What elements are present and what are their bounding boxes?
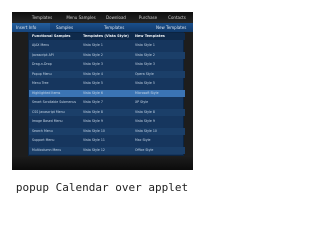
dropdown-item[interactable]: Vista Style 1 (135, 42, 183, 49)
caption-link[interactable]: popup Calendar over applet (0, 181, 204, 194)
dropdown-item[interactable]: Vista Style 10 (135, 128, 183, 135)
dropdown-item[interactable]: CSS Javascript Menu (32, 109, 80, 116)
menu-preview-image: Templates Menu Samples Download Purchase… (12, 12, 193, 170)
dropdown-item[interactable]: Vista Style 3 (135, 61, 183, 68)
dropdown-row[interactable]: Drag-n-Drop Vista Style 3 Vista Style 3 (29, 61, 185, 68)
dropdown-item[interactable]: Microsoft Style (135, 90, 183, 97)
dropdown-item[interactable]: Vista Style 11 (83, 137, 133, 144)
dropdown-item[interactable]: Vista Style 5 (83, 80, 133, 87)
dropdown-item[interactable]: XP Style (135, 99, 183, 106)
column-header-new-templates: New Templates (135, 34, 165, 38)
dropdown-item[interactable]: Popup Menu (32, 71, 80, 78)
dropdown-item[interactable]: Menu Tree (32, 80, 80, 87)
dropdown-item[interactable]: Vista Style 2 (83, 52, 133, 59)
dropdown-item[interactable]: Vista Style 6 (83, 90, 133, 97)
dropdown-item[interactable]: Vista Style 9 (83, 118, 133, 125)
dropdown-row[interactable]: CSS Javascript Menu Vista Style 8 Vista St… (29, 108, 185, 116)
dropdown-row[interactable]: Support Menu Vista Style 11 Mac Style (29, 137, 185, 144)
dropdown-item[interactable]: Javascript API (32, 52, 80, 59)
dropdown-item[interactable]: Support Menu (32, 137, 80, 144)
dropdown-row[interactable]: AJAX Menu Vista Style 1 Vista Style 1 (29, 42, 185, 49)
dropdown-item[interactable]: Vista Style 5 (135, 80, 183, 87)
dropdown-item[interactable]: Highlighted Items (32, 90, 80, 97)
dropdown-item[interactable]: Multicolumn Menu (32, 147, 80, 154)
bottom-bar (12, 157, 193, 170)
dropdown-row[interactable]: Highlighted Items Vista Style 6 Microsoft … (29, 89, 185, 97)
tab-insert-info[interactable]: Insert Info (12, 23, 50, 32)
nav-item-menu-samples[interactable]: Menu Samples (64, 12, 98, 23)
dropdown-item[interactable]: Vista Style 4 (83, 71, 133, 78)
nav-item-contacts[interactable]: Contacts (164, 12, 190, 23)
dropdown-header: Functional Samples Templates (Vista Styl… (29, 33, 185, 40)
dropdown-row[interactable]: Smart Scrollable Submenus Vista Style 7 XP… (29, 99, 185, 106)
tab-samples[interactable]: Samples (52, 23, 100, 32)
nav-item-download[interactable]: Download (102, 12, 130, 23)
dropdown-item[interactable]: Opera Style (135, 71, 183, 78)
dropdown-item[interactable]: Vista Style 8 (83, 109, 133, 116)
column-header-functional: Functional Samples (32, 34, 71, 38)
nav-item-templates[interactable]: Templates (26, 12, 58, 23)
dropdown-item[interactable]: AJAX Menu (32, 42, 80, 49)
dropdown-row[interactable]: Javascript API Vista Style 2 Vista Style 2 (29, 51, 185, 59)
tab-new-templates[interactable]: New Templates (152, 23, 193, 32)
tab-templates[interactable]: Templates (100, 23, 152, 32)
dropdown-item[interactable]: Image Based Menu (32, 118, 80, 125)
dropdown-item[interactable]: Vista Style 10 (83, 128, 133, 135)
dropdown-row[interactable]: Menu Tree Vista Style 5 Vista Style 5 (29, 80, 185, 87)
dropdown-item[interactable]: Vista Style 9 (135, 118, 183, 125)
top-nav-bar: Templates Menu Samples Download Purchase… (12, 12, 193, 23)
dropdown-row[interactable]: Image Based Menu Vista Style 9 Vista Style… (29, 118, 185, 125)
dropdown-row[interactable]: Popup Menu Vista Style 4 Opera Style (29, 70, 185, 78)
dropdown-item[interactable]: Vista Style 3 (83, 61, 133, 68)
dropdown-item[interactable]: Office Style (135, 147, 183, 154)
dropdown-row[interactable]: Multicolumn Menu Vista Style 12 Office Sty… (29, 146, 185, 154)
dropdown-menu: Functional Samples Templates (Vista Styl… (28, 32, 185, 156)
dropdown-item[interactable]: Vista Style 2 (135, 52, 183, 59)
dropdown-item[interactable]: Smart Scrollable Submenus (32, 99, 80, 106)
nav-item-purchase[interactable]: Purchase (134, 12, 162, 23)
dropdown-item[interactable]: Vista Style 7 (83, 99, 133, 106)
dropdown-item[interactable]: Vista Style 8 (135, 109, 183, 116)
column-header-templates: Templates (Vista Style) (83, 34, 129, 38)
dropdown-item[interactable]: Vista Style 12 (83, 147, 133, 154)
dropdown-item[interactable]: Drag-n-Drop (32, 61, 80, 68)
dropdown-item[interactable]: Search Menu (32, 128, 80, 135)
dropdown-item[interactable]: Vista Style 1 (83, 42, 133, 49)
dropdown-item[interactable]: Mac Style (135, 137, 183, 144)
dropdown-row[interactable]: Search Menu Vista Style 10 Vista Style 10 (29, 127, 185, 135)
